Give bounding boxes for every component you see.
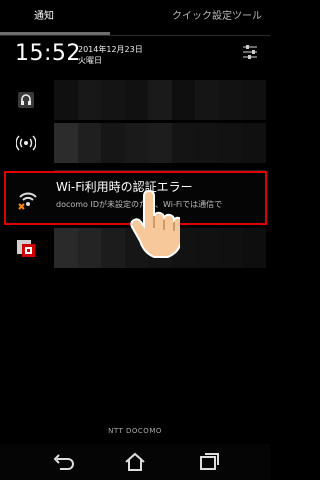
carrier-label: NTT DOCOMO [108,427,162,435]
redacted-block [77,228,102,268]
notification-content-redacted [54,80,267,120]
redacted-block [77,80,102,120]
notification-content-redacted [54,123,267,163]
redacted-block [54,228,78,268]
redacted-block [195,80,219,120]
tab-quick-settings[interactable]: クイック設定ツール [100,0,270,36]
redacted-block [124,80,149,120]
tab-notifications[interactable]: 通知 [0,0,100,36]
redacted-block [54,123,78,163]
headset-icon [18,92,34,108]
signal-broadcast-icon [16,135,36,151]
wifi-error-icon [18,192,37,210]
date-block: 2014年12月23日 火曜日 [78,44,143,66]
redacted-block [148,80,172,120]
redacted-block [124,123,149,163]
navigation-bar [0,444,270,480]
notification-item[interactable] [0,115,270,171]
redacted-block [77,123,102,163]
home-icon[interactable] [123,451,147,473]
back-icon[interactable] [51,451,75,473]
redacted-block [242,80,267,120]
redacted-block [171,123,196,163]
clock: 15:52 [15,41,81,66]
shield-app-icon [17,240,35,257]
recents-icon[interactable] [197,451,221,473]
weekday: 火曜日 [78,56,102,65]
redacted-block [148,123,172,163]
redacted-block [101,80,125,120]
redacted-block [101,228,125,268]
redacted-block [195,123,219,163]
redacted-block [218,228,243,268]
redacted-block [171,80,196,120]
redacted-block [218,80,243,120]
tap-hand-icon [130,190,180,258]
redacted-block [242,228,267,268]
redacted-block [101,123,125,163]
redacted-block [195,228,219,268]
tabs-divider [0,35,270,36]
redacted-block [218,123,243,163]
notification-tabs: 通知 クイック設定ツール [0,0,270,36]
redacted-block [242,123,267,163]
settings-sliders-icon[interactable] [241,44,259,60]
date: 2014年12月23日 [78,45,143,54]
redacted-block [54,80,78,120]
